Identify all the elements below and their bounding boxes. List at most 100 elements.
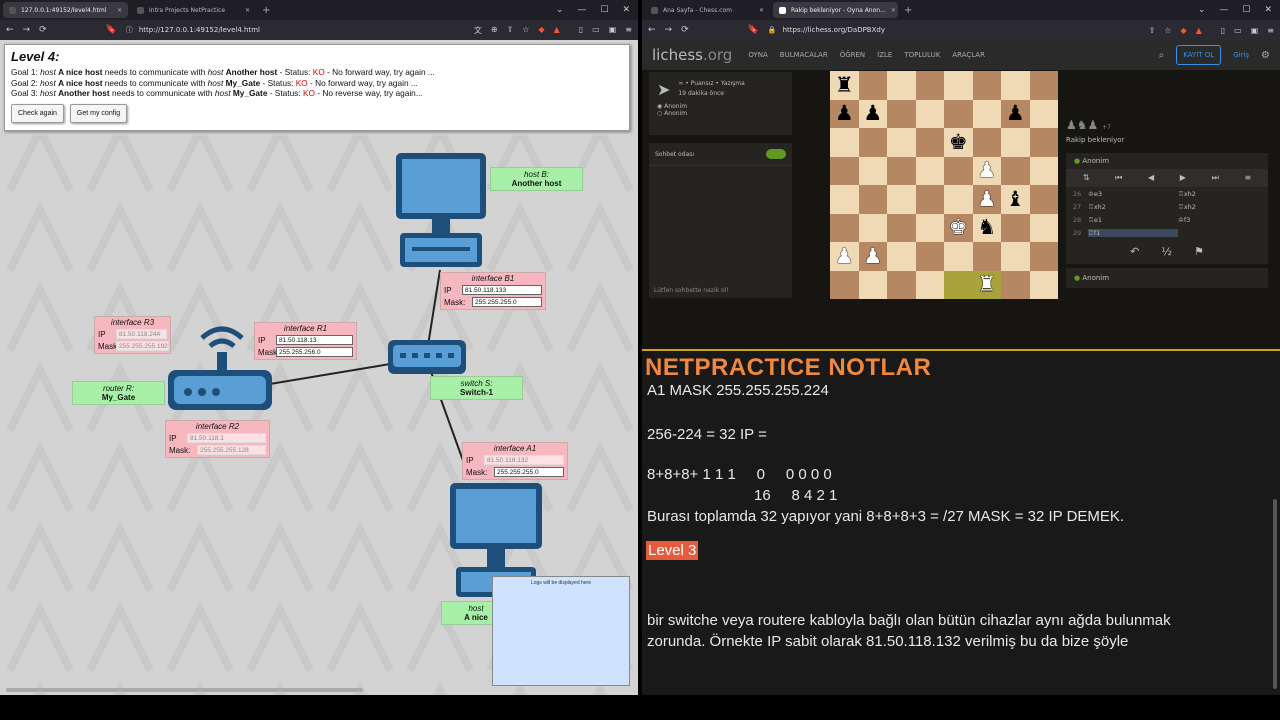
board-square[interactable] — [915, 99, 944, 128]
bookmark-icon[interactable]: 🔖 — [106, 25, 117, 35]
black-knight-icon[interactable]: ♞ — [977, 217, 996, 238]
nav-bulmacalar[interactable]: BULMACALAR — [780, 51, 828, 59]
board-square[interactable] — [972, 128, 1001, 157]
board-square[interactable] — [944, 270, 973, 299]
board-square[interactable] — [972, 242, 1001, 271]
maximize-icon[interactable]: ☐ — [600, 5, 608, 15]
zoom-icon[interactable]: ⊕ — [491, 25, 498, 36]
takeback-icon[interactable]: ↶ — [1130, 245, 1139, 258]
board-square[interactable] — [830, 270, 859, 299]
login-link[interactable]: Giriş — [1233, 51, 1249, 59]
switch-icon[interactable] — [388, 340, 466, 374]
white-pawn-icon[interactable]: ♟ — [835, 245, 854, 267]
close-icon[interactable]: ✕ — [117, 7, 122, 14]
nav-oyna[interactable]: OYNA — [748, 51, 767, 59]
share-icon[interactable]: ⇪ — [507, 25, 514, 36]
minimize-icon[interactable]: — — [1219, 5, 1228, 15]
close-window-icon[interactable]: ✕ — [1264, 5, 1272, 15]
resign-flag-icon[interactable]: ⚑ — [1194, 245, 1204, 258]
tab-level4[interactable]: 127.0.0.1:49152/level4.html ✕ — [3, 2, 128, 18]
board-square[interactable]: ♟ — [858, 242, 887, 271]
board-square[interactable] — [915, 156, 944, 185]
nav-izle[interactable]: İZLE — [877, 51, 892, 59]
minimize-icon[interactable]: — — [577, 5, 586, 15]
forward-icon[interactable]: → — [23, 25, 31, 35]
register-button[interactable]: KAYIT OL — [1176, 45, 1222, 65]
log-panel[interactable]: Logs will be displayed here — [492, 576, 630, 686]
host-b-computer-icon[interactable] — [396, 153, 486, 267]
chevron-down-icon[interactable]: ⌄ — [556, 5, 564, 15]
board-square[interactable] — [915, 128, 944, 157]
new-tab-icon[interactable]: + — [262, 5, 270, 16]
vertical-scrollbar[interactable] — [1273, 499, 1277, 689]
back-icon[interactable]: ← — [6, 25, 14, 35]
board-square[interactable] — [1001, 242, 1030, 271]
mask-input[interactable]: 255.255.255.0 — [494, 467, 564, 477]
nav-topluluk[interactable]: TOPLULUK — [904, 51, 940, 59]
board-square[interactable]: ♚ — [944, 213, 973, 242]
prev-move-icon[interactable]: ◀ — [1148, 173, 1154, 183]
mask-input[interactable]: 255.255.256.0 — [276, 347, 353, 357]
close-icon[interactable]: ✕ — [759, 7, 764, 14]
board-square[interactable] — [944, 156, 973, 185]
board-square[interactable]: ♟ — [830, 99, 859, 128]
menu-icon[interactable]: ≡ — [1267, 26, 1274, 35]
board-square[interactable] — [1001, 213, 1030, 242]
black-pawn-icon[interactable]: ♟ — [1006, 103, 1025, 124]
extensions-icon[interactable]: ▭ — [592, 25, 600, 36]
board-square[interactable] — [944, 242, 973, 271]
board-square[interactable] — [830, 185, 859, 214]
board-square[interactable]: ♞ — [972, 213, 1001, 242]
board-square[interactable] — [1029, 185, 1058, 214]
close-icon[interactable]: ✕ — [245, 7, 250, 14]
white-pawn-icon[interactable]: ♟ — [977, 160, 996, 181]
black-pawn-icon[interactable]: ♟ — [863, 103, 882, 124]
board-square[interactable] — [1001, 71, 1030, 100]
move-row[interactable]: 26 ♔e3 ♖xh2 — [1066, 187, 1268, 200]
gear-icon[interactable]: ⚙ — [1261, 50, 1270, 61]
board-square[interactable] — [1001, 270, 1030, 299]
mask-input[interactable]: 255.255.255.0 — [472, 297, 542, 307]
brave-rewards-icon[interactable]: ▲ — [1196, 26, 1202, 35]
board-square[interactable] — [972, 71, 1001, 100]
flip-board-icon[interactable]: ⇅ — [1083, 173, 1090, 183]
url-field[interactable]: http://127.0.0.1:49152/level4.html — [139, 26, 260, 34]
board-square[interactable] — [1029, 270, 1058, 299]
board-square[interactable]: ♟ — [1001, 99, 1030, 128]
board-square[interactable] — [915, 213, 944, 242]
board-square[interactable]: ♟ — [972, 156, 1001, 185]
white-king-icon[interactable]: ♚ — [949, 217, 968, 238]
board-square[interactable] — [1001, 156, 1030, 185]
nav-ogren[interactable]: ÖĞREN — [840, 51, 865, 59]
brave-rewards-icon[interactable]: ▲ — [554, 25, 560, 36]
menu-icon[interactable]: ≡ — [625, 25, 632, 36]
board-square[interactable] — [972, 99, 1001, 128]
board-square[interactable] — [915, 185, 944, 214]
board-square[interactable] — [858, 270, 887, 299]
site-logo[interactable]: lichess.org — [652, 46, 732, 64]
board-square[interactable] — [1029, 156, 1058, 185]
black-king-icon[interactable]: ♚ — [949, 131, 968, 153]
board-square[interactable] — [858, 71, 887, 100]
board-square[interactable] — [915, 242, 944, 271]
board-square[interactable] — [915, 71, 944, 100]
board-square[interactable] — [887, 185, 916, 214]
share-icon[interactable]: ⇪ — [1149, 26, 1156, 35]
chat-toggle[interactable] — [766, 149, 786, 159]
forward-icon[interactable]: → — [665, 25, 673, 35]
move-row[interactable]: 29 ♖f1 — [1066, 226, 1268, 239]
board-square[interactable] — [887, 128, 916, 157]
white-pawn-icon[interactable]: ♟ — [863, 245, 882, 267]
board-square[interactable] — [944, 71, 973, 100]
board-square[interactable]: ♜ — [830, 71, 859, 100]
wallet-icon[interactable]: ▣ — [609, 25, 617, 36]
chess-board[interactable]: ♜ ♟ ♟ ♟ ♚ ♟ ♟ ♝ ♚ ♞ ♟ ♟ ♜ — [830, 71, 1058, 299]
board-square[interactable] — [887, 270, 916, 299]
brave-shield-icon[interactable]: ◆ — [1180, 26, 1186, 35]
board-square[interactable] — [830, 213, 859, 242]
board-square[interactable] — [944, 185, 973, 214]
move-row[interactable]: 28 ♖e1 ♔f3 — [1066, 213, 1268, 226]
menu-icon[interactable]: ≡ — [1244, 173, 1251, 183]
search-icon[interactable]: ⌕ — [1159, 50, 1165, 61]
black-pawn-icon[interactable]: ♟ — [835, 103, 854, 124]
